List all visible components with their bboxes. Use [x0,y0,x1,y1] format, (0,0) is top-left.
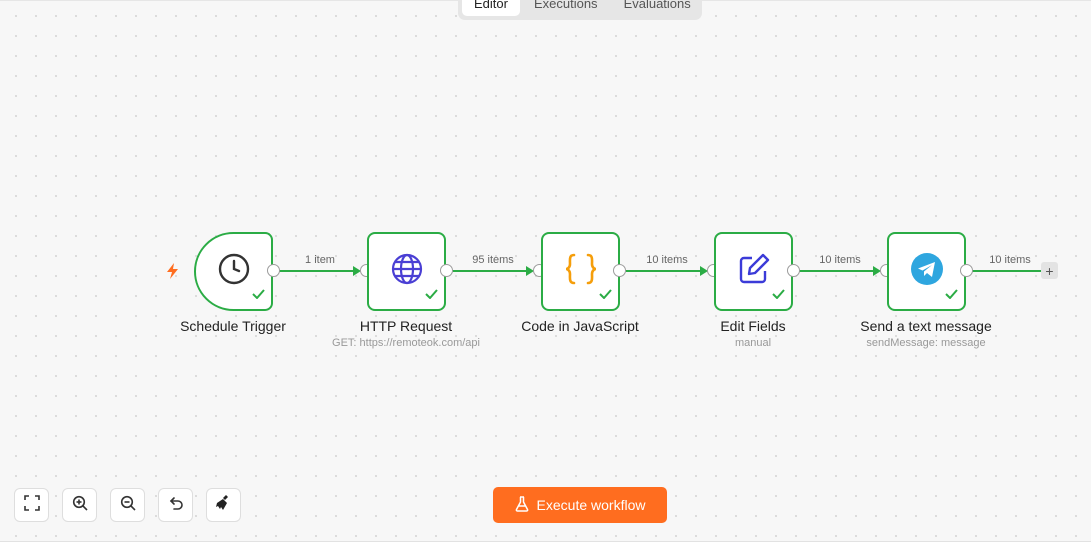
node-title: Code in JavaScript [521,318,639,334]
tidy-up-button[interactable] [206,488,241,522]
node-subtitle: manual [734,337,772,349]
success-check-icon [252,286,265,304]
node-title: Send a text message [860,318,992,334]
add-node-button[interactable]: + [1041,262,1058,279]
connection-label: 10 items [819,254,861,266]
flask-icon [515,495,529,515]
fit-view-icon [23,494,40,516]
reset-zoom-button[interactable] [158,488,193,522]
zoom-out-button[interactable] [110,488,145,522]
output-port[interactable] [613,264,626,277]
trigger-bolt-icon [166,263,180,284]
node-title: Edit Fields [720,318,786,334]
node-title: Schedule Trigger [180,318,286,334]
output-port[interactable] [267,264,280,277]
output-port[interactable] [440,264,453,277]
zoom-out-icon [120,495,136,516]
telegram-icon [910,252,944,291]
clock-icon [217,252,251,291]
node-schedule-trigger[interactable] [194,232,273,311]
execute-workflow-label: Execute workflow [536,497,646,513]
node-title: HTTP Request [359,318,453,334]
workflow-canvas[interactable]: Editor Executions Evaluations 1 item 95 … [0,0,1091,542]
output-port[interactable] [787,264,800,277]
tidy-up-icon [215,494,233,517]
success-check-icon [599,286,612,304]
node-http-request[interactable] [367,232,446,311]
reset-zoom-icon [168,495,184,516]
success-check-icon [945,286,958,304]
node-code-javascript[interactable] [541,232,620,311]
node-edit-fields[interactable] [714,232,793,311]
connection-label: 10 items [646,254,688,266]
fit-view-button[interactable] [14,488,49,522]
node-send-text-message[interactable] [887,232,966,311]
globe-icon [390,252,424,291]
node-subtitle: sendMessage: message [866,337,986,349]
code-braces-icon [563,252,599,291]
zoom-in-icon [72,495,88,516]
node-subtitle: GET: https://remoteok.com/api [332,337,480,349]
output-port[interactable] [960,264,973,277]
execute-workflow-button[interactable]: Execute workflow [493,487,667,523]
connection-label: 1 item [305,254,335,266]
connection-label: 95 items [472,254,514,266]
success-check-icon [772,286,785,304]
zoom-in-button[interactable] [62,488,97,522]
connection-label: 10 items [989,254,1031,266]
pencil-square-icon [737,252,771,291]
success-check-icon [425,286,438,304]
